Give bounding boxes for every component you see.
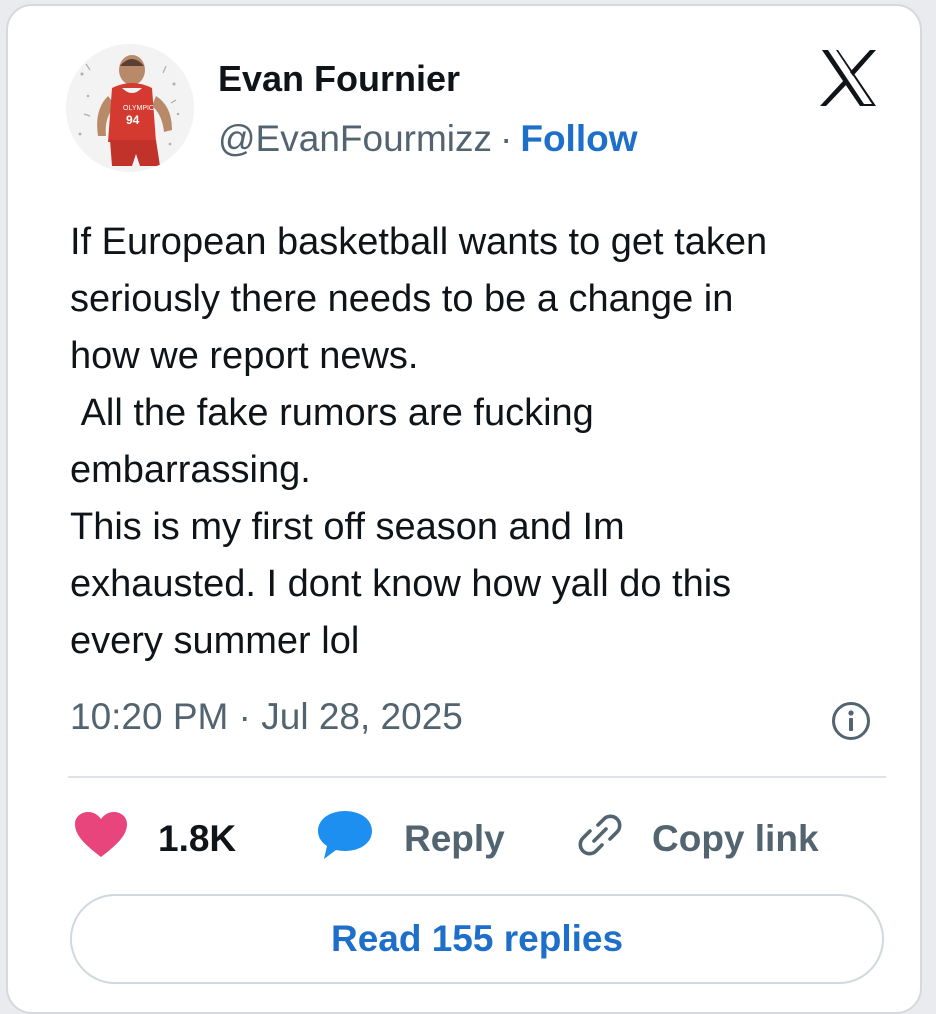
author-avatar[interactable]: OLYMPIC 94: [66, 44, 194, 172]
reply-label: Reply: [404, 818, 505, 859]
tweet-timestamp[interactable]: 10:20 PM · Jul 28, 2025: [70, 696, 463, 738]
read-replies-button[interactable]: Read 155 replies: [70, 894, 884, 984]
reply-button[interactable]: Reply: [316, 810, 505, 866]
heart-icon: [74, 811, 128, 868]
svg-text:94: 94: [126, 113, 140, 127]
separator-dot: ·: [500, 118, 513, 159]
x-logo-icon[interactable]: [818, 48, 880, 108]
author-handle[interactable]: @EvanFourmizz: [218, 118, 492, 159]
tweet-card: OLYMPIC 94 Evan Fournier @EvanFourmizz · F…: [6, 4, 922, 1014]
player-avatar-icon: OLYMPIC 94: [66, 44, 194, 172]
copy-link-button[interactable]: Copy link: [572, 812, 819, 866]
follow-button[interactable]: Follow: [520, 118, 637, 159]
author-handle-row: @EvanFourmizz · Follow: [218, 118, 638, 160]
tweet-text: If European basketball wants to get take…: [70, 221, 768, 662]
link-icon: [572, 811, 628, 868]
like-button[interactable]: 1.8K: [74, 811, 237, 868]
like-count: 1.8K: [158, 818, 237, 859]
speech-bubble-icon: [316, 809, 374, 870]
svg-text:OLYMPIC: OLYMPIC: [123, 105, 154, 112]
info-icon[interactable]: [830, 700, 872, 742]
divider: [68, 776, 886, 778]
author-name[interactable]: Evan Fournier: [218, 58, 460, 100]
copy-link-label: Copy link: [652, 818, 819, 859]
